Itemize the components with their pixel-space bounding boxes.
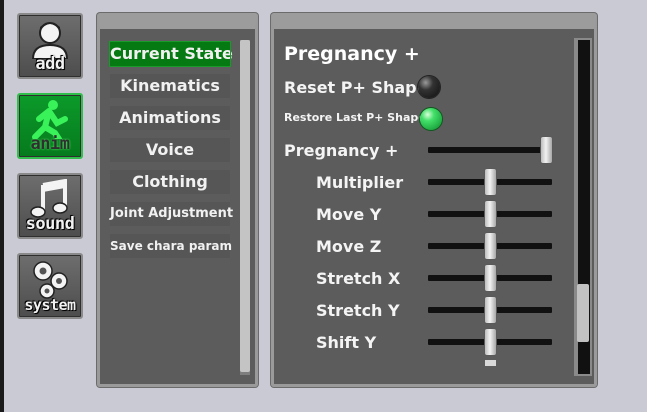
anim-button[interactable]: anim (17, 93, 83, 159)
slider-thumb[interactable] (484, 201, 496, 227)
reset-shape-toggle[interactable] (418, 76, 440, 98)
category-menu-panel (97, 13, 258, 387)
menu-item-voice[interactable]: Voice (110, 138, 230, 162)
menu-item-joint-adjustment[interactable]: Joint Adjustment (110, 202, 233, 226)
window-edge (0, 0, 4, 412)
slider-label-shift-y: Shift Y (316, 333, 377, 352)
pregnancy-slider-label: Pregnancy + (284, 141, 399, 160)
slider-label-move-z: Move Z (316, 237, 382, 256)
slider-thumb[interactable] (484, 265, 496, 291)
section-title: Pregnancy + (284, 43, 420, 65)
reset-shape-label: Reset P+ Shape (284, 78, 428, 97)
menu-item-save-chara-param[interactable]: Save chara param (110, 234, 232, 258)
gears-icon (33, 261, 68, 299)
slider-label-multiplier: Multiplier (316, 173, 404, 192)
slider-thumb[interactable] (484, 329, 496, 355)
restore-shape-label: Restore Last P+ Shape (284, 111, 426, 124)
sound-button[interactable]: sound (17, 173, 83, 239)
system-button-label: system (24, 296, 76, 314)
system-button[interactable]: system (17, 253, 83, 319)
menu-item-kinematics[interactable]: Kinematics (110, 74, 230, 98)
menu-scrollbar-thumb[interactable] (240, 40, 250, 372)
music-note-icon (30, 179, 68, 218)
slider-thumb[interactable] (484, 233, 496, 259)
restore-shape-toggle[interactable] (420, 108, 442, 130)
slider-label-move-y: Move Y (316, 205, 382, 224)
sound-button-label: sound (25, 214, 75, 234)
pregnancy-slider-thumb[interactable] (541, 137, 552, 163)
menu-item-current-state[interactable]: Current State (109, 41, 233, 67)
slider-thumb[interactable] (484, 169, 496, 195)
slider-label-stretch-x: Stretch X (316, 269, 401, 288)
add-button[interactable]: add (17, 13, 83, 79)
pregnancy-settings-panel (271, 13, 597, 387)
add-button-label: add (35, 54, 65, 74)
anim-button-label: anim (30, 134, 70, 154)
slider-thumb[interactable] (484, 297, 496, 323)
person-add-icon (31, 22, 69, 59)
slider-label-stretch-y: Stretch Y (316, 301, 400, 320)
detail-scrollbar-thumb[interactable] (577, 284, 589, 342)
menu-item-clothing[interactable]: Clothing (110, 170, 230, 194)
menu-item-animations[interactable]: Animations (110, 106, 230, 130)
pregnancy-slider-track[interactable] (428, 147, 552, 153)
partially-visible-slider-thumb (485, 360, 496, 366)
running-man-icon (32, 100, 68, 139)
